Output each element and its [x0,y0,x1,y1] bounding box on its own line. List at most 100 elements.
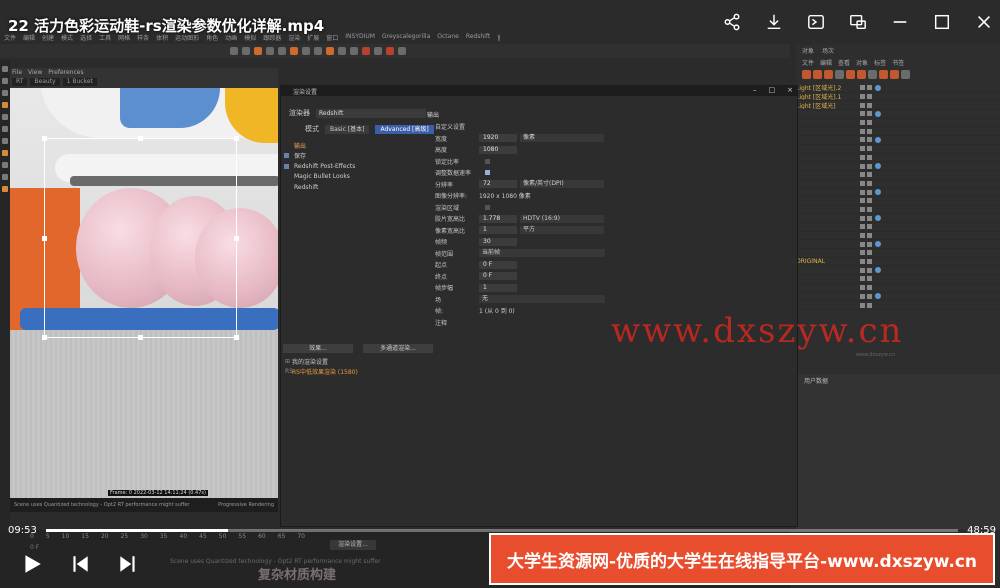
object-row[interactable] [796,180,1000,189]
picture-in-picture-icon[interactable] [848,12,868,32]
check-icon[interactable] [867,285,872,291]
object-row[interactable] [796,275,1000,284]
object-row[interactable] [796,206,1000,215]
material-tag-icon[interactable] [875,215,881,222]
nav-checkbox[interactable] [284,153,289,159]
object-mode-icon[interactable] [2,102,8,108]
share-icon[interactable] [722,12,742,32]
tag-icon[interactable] [868,70,877,79]
pen-icon[interactable] [266,47,274,55]
viewport-render-option[interactable]: Beauty [30,78,60,86]
menu-item[interactable]: 窗口 [326,33,338,43]
visibility-icon[interactable] [860,259,865,265]
visibility-icon[interactable] [860,224,865,230]
pixel-ratio-input[interactable]: 1 [479,226,517,235]
visibility-icon[interactable] [860,267,865,273]
visibility-icon[interactable] [860,154,865,160]
adjust-rate-checkbox[interactable] [485,170,490,176]
renderer-dropdown[interactable]: Redshift [316,108,426,118]
field-dropdown[interactable]: 无 [479,295,605,304]
region-handle[interactable] [42,335,47,340]
axis-icon[interactable] [2,174,8,180]
object-row[interactable] [796,293,1000,302]
end-input[interactable]: 0 F [479,272,517,281]
visibility-icon[interactable] [860,120,865,126]
visibility-icon[interactable] [860,128,865,134]
filter-icon[interactable] [901,70,910,79]
texture-mode-icon[interactable] [2,150,8,156]
check-icon[interactable] [867,111,872,117]
step-input[interactable]: 1 [479,283,517,292]
film-ratio-dropdown[interactable]: HDTV (16:9) [520,214,604,223]
check-icon[interactable] [867,128,872,134]
check-icon[interactable] [867,102,872,108]
nav-checkbox[interactable] [284,143,289,148]
object-manager-tab[interactable]: 对象 [802,46,814,55]
object-row[interactable] [796,197,1000,206]
object-row[interactable] [796,162,1000,171]
object-manager-menu-item[interactable]: 书签 [892,58,904,67]
material-tag-icon[interactable] [875,189,881,196]
object-manager-tab[interactable]: 场次 [822,46,834,55]
material-tag-icon[interactable] [875,84,881,91]
object-row[interactable] [796,171,1000,180]
region-handle[interactable] [138,136,143,141]
move-tool-icon[interactable] [2,66,8,72]
spline-icon[interactable] [835,70,844,79]
settings-nav-item[interactable]: Redshift [281,182,419,193]
rotate-tool-icon[interactable] [2,90,8,96]
snap-icon[interactable] [2,162,8,168]
check-icon[interactable] [867,198,872,204]
object-row[interactable]: Light [区域光] [796,101,1000,111]
check-icon[interactable] [867,120,872,126]
maximize-icon[interactable]: □ [769,86,776,94]
check-icon[interactable] [867,85,872,91]
object-row[interactable] [796,223,1000,232]
play-icon[interactable] [20,552,44,576]
film-ratio-input[interactable]: 1.778 [479,214,517,223]
material-tag-icon[interactable] [875,110,881,117]
settings-action-button[interactable]: 效果... [283,344,353,353]
object-row[interactable] [796,110,1000,119]
check-icon[interactable] [867,215,872,221]
render-viewport[interactable]: Scene uses Quantized technology - Opt2 R… [10,88,278,512]
fps-input[interactable]: 30 [479,237,517,246]
custom-settings-row[interactable]: 自定义设置 [427,121,757,133]
camera-icon[interactable] [857,70,866,79]
visibility-icon[interactable] [860,111,865,117]
resolution-input[interactable]: 72 [479,180,517,189]
object-row[interactable]: ORIGINAL [796,258,1000,267]
width-unit-dropdown[interactable]: 像素 [520,134,604,143]
material-icon[interactable] [879,70,888,79]
check-icon[interactable] [867,137,872,143]
menu-item[interactable]: Octane [437,33,459,43]
check-icon[interactable] [867,224,872,230]
previous-icon[interactable] [68,552,92,576]
visibility-icon[interactable] [860,102,865,108]
settings-action-button[interactable]: 多通道渲染... [363,344,433,353]
visibility-icon[interactable] [860,198,865,204]
edge-mode-icon[interactable] [2,126,8,132]
menu-item[interactable]: Redshift [466,33,490,43]
object-row[interactable] [796,154,1000,163]
visibility-icon[interactable] [860,172,865,178]
mode-button[interactable]: Basic [基本] [325,124,370,134]
frame-range-dropdown[interactable]: 当前帧 [479,249,605,258]
scale-tool-icon[interactable] [2,78,8,84]
nav-checkbox[interactable] [284,163,289,169]
texture-icon[interactable] [890,70,899,79]
object-row[interactable] [796,136,1000,145]
close-icon[interactable]: × [787,86,793,94]
null-icon[interactable] [802,70,811,79]
object-manager-menu-item[interactable]: 查看 [838,58,850,67]
light-icon[interactable] [338,47,346,55]
light-icon[interactable] [846,70,855,79]
object-manager-menu-item[interactable]: 编辑 [820,58,832,67]
cube-icon[interactable] [254,47,262,55]
render-region-checkbox[interactable] [485,204,490,210]
cube-icon[interactable] [813,70,822,79]
visibility-icon[interactable] [860,250,865,256]
width-input[interactable]: 1920 [479,134,517,143]
render-settings-icon[interactable] [374,47,382,55]
nav-checkbox[interactable] [284,185,289,190]
